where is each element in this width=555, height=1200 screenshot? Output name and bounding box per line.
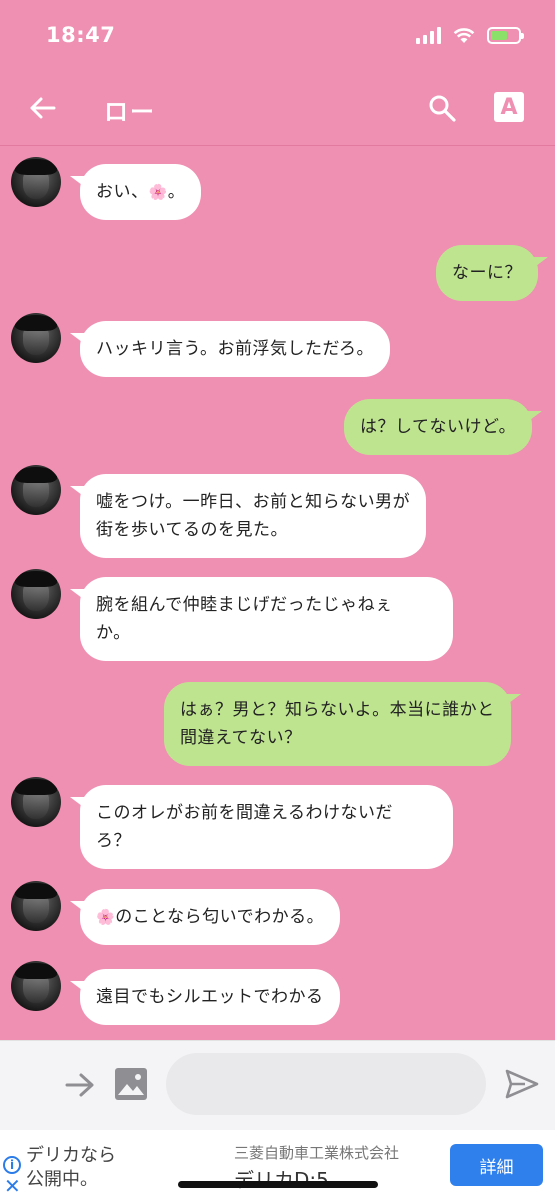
- home-indicator[interactable]: [178, 1181, 378, 1188]
- chat-header: ロー A: [0, 70, 555, 146]
- avatar[interactable]: [11, 569, 61, 619]
- avatar[interactable]: [11, 465, 61, 515]
- chat-area: おい、🌸。 なーに？ ハッキリ言う。お前浮気しただろ。 は？してないけど。 嘘を…: [0, 147, 555, 1040]
- search-icon: [429, 95, 456, 122]
- search-button[interactable]: [424, 90, 460, 126]
- flower-emoji-icon: 🌸: [96, 908, 116, 926]
- message-bubble[interactable]: なーに？: [436, 245, 548, 301]
- avatar[interactable]: [11, 961, 61, 1011]
- wifi-icon: [453, 27, 475, 43]
- status-time: 18:47: [46, 23, 116, 47]
- back-arrow-icon: [30, 97, 56, 119]
- battery-icon: [487, 26, 524, 44]
- message-bubble[interactable]: は？してないけど。: [344, 399, 543, 455]
- message-bubble[interactable]: 腕を組んで仲睦まじげだったじゃねぇ か。: [70, 577, 453, 661]
- ad-banner[interactable]: i ✕ デリカなら 公開中。 三菱自動車工業株式会社 デリカD:5 詳細: [0, 1130, 555, 1200]
- image-icon: [115, 1068, 147, 1100]
- ad-advertiser: 三菱自動車工業株式会社: [234, 1144, 400, 1162]
- message-bubble[interactable]: ハッキリ言う。お前浮気しただろ。: [70, 321, 390, 377]
- send-icon: [505, 1069, 539, 1099]
- message-bubble[interactable]: 🌸のことなら匂いでわかる。: [69, 889, 341, 945]
- avatar[interactable]: [11, 313, 61, 363]
- send-button[interactable]: [503, 1065, 541, 1103]
- arrow-right-icon: [65, 1073, 94, 1097]
- flower-emoji-icon: 🌸: [148, 183, 168, 201]
- message-input-bar: [0, 1040, 555, 1130]
- message-input[interactable]: [166, 1053, 486, 1115]
- ad-info-icon[interactable]: i: [3, 1156, 21, 1174]
- message-bubble[interactable]: おい、🌸。: [69, 164, 202, 220]
- message-bubble[interactable]: 嘘をつけ。一昨日、お前と知らない男が 街を歩いてるのを見た。: [69, 474, 427, 558]
- message-bubble[interactable]: このオレがお前を間違えるわけないだ ろ？: [70, 785, 453, 869]
- ad-details-button[interactable]: 詳細: [450, 1144, 543, 1186]
- message-bubble[interactable]: 遠目でもシルエットでわかる: [70, 969, 340, 1025]
- avatar[interactable]: [11, 881, 61, 931]
- avatar[interactable]: [11, 777, 61, 827]
- font-size-button[interactable]: A: [494, 92, 524, 122]
- back-button[interactable]: [22, 88, 62, 128]
- message-bubble[interactable]: はぁ？男と？知らないよ。本当に誰かと 間違えてない？: [164, 682, 521, 766]
- avatar[interactable]: [11, 157, 61, 207]
- cellular-signal-icon: [416, 26, 441, 44]
- expand-button[interactable]: [62, 1067, 98, 1103]
- ad-close-icon[interactable]: ✕: [4, 1176, 21, 1196]
- image-button[interactable]: [114, 1067, 148, 1101]
- ad-product-name: デリカD:5: [234, 1168, 329, 1192]
- ad-headline: デリカなら 公開中。: [26, 1145, 116, 1190]
- status-icons: [416, 26, 524, 44]
- chat-title: ロー: [104, 98, 156, 126]
- status-bar: 18:47: [0, 0, 555, 70]
